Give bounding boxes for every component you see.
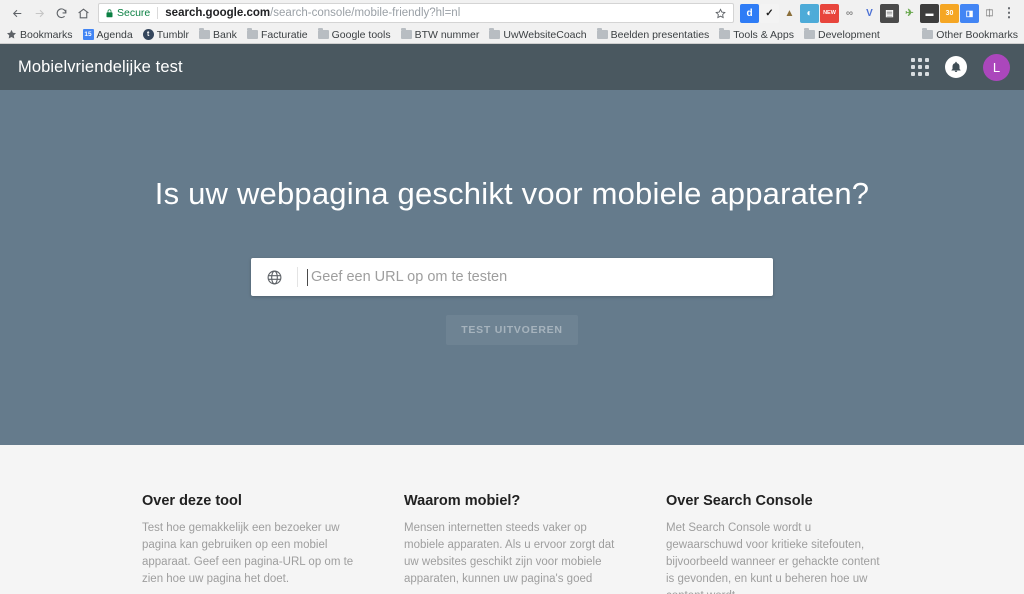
extension-icon-translate[interactable]: ◨ bbox=[960, 3, 979, 23]
extension-icon-plane[interactable]: ✈ bbox=[900, 3, 919, 23]
bookmark-item-tumblr[interactable]: t Tumblr bbox=[142, 28, 189, 41]
avatar[interactable]: L bbox=[983, 53, 1010, 81]
extension-icon-3[interactable]: ▲ bbox=[780, 3, 799, 23]
text-cursor bbox=[307, 268, 308, 286]
extension-icon-v[interactable]: V bbox=[860, 3, 879, 23]
folder-icon bbox=[246, 28, 258, 40]
folder-icon bbox=[489, 28, 501, 40]
info-heading: Over deze tool bbox=[142, 493, 242, 509]
hero-heading: Is uw webpagina geschikt voor mobiele ap… bbox=[154, 176, 870, 211]
bookmark-item-other-bookmarks[interactable]: Other Bookmarks bbox=[922, 28, 1018, 41]
bookmark-label: Google tools bbox=[331, 28, 391, 41]
url-input-wrapper[interactable]: Geef een URL op om te testen bbox=[251, 258, 773, 296]
home-button[interactable] bbox=[72, 2, 94, 24]
globe-icon bbox=[251, 269, 297, 286]
extension-icon-2[interactable]: ✓ bbox=[760, 3, 779, 23]
folder-icon bbox=[596, 28, 608, 40]
folder-icon bbox=[719, 28, 731, 40]
bookmark-label: Tumblr bbox=[156, 28, 189, 41]
info-columns: Over deze tool Test hoe gemakkelijk een … bbox=[142, 445, 882, 594]
bookmark-item-beelden-presentaties[interactable]: Beelden presentaties bbox=[596, 28, 710, 41]
back-button[interactable] bbox=[6, 2, 28, 24]
three-dot-menu-icon[interactable]: ⋮ bbox=[1000, 4, 1018, 23]
reload-button[interactable] bbox=[50, 2, 72, 24]
bookmark-label: BTW nummer bbox=[414, 28, 480, 41]
info-body: Mensen internetten steeds vaker op mobie… bbox=[404, 522, 615, 585]
info-heading: Waarom mobiel? bbox=[404, 493, 521, 509]
omnibox-divider bbox=[157, 7, 159, 19]
lock-icon bbox=[105, 8, 114, 19]
bookmark-label: Other Bookmarks bbox=[936, 28, 1018, 41]
info-section: Over deze tool Test hoe gemakkelijk een … bbox=[0, 445, 1024, 594]
bookmark-item-uwwebsitecoach[interactable]: UwWebsiteCoach bbox=[489, 28, 587, 41]
extension-icon-1[interactable]: d bbox=[740, 3, 759, 23]
folder-icon bbox=[400, 28, 412, 40]
bookmark-label: UwWebsiteCoach bbox=[503, 28, 587, 41]
extension-toolbar: d ✓ ▲ ◐ NEW ∞ V ▤ ✈ ▬ 30 ◨ ⎅ ⋮ bbox=[740, 3, 1018, 23]
bell-icon[interactable] bbox=[945, 56, 967, 78]
extension-icon-mask[interactable]: ▬ bbox=[920, 3, 939, 23]
url-path: /search-console/mobile-friendly?hl=nl bbox=[270, 7, 461, 19]
input-divider bbox=[297, 267, 298, 287]
info-column-waarom-mobiel: Waarom mobiel? Mensen internetten steeds… bbox=[404, 493, 620, 594]
address-bar[interactable]: Secure search.google.com/search-console/… bbox=[98, 3, 734, 23]
run-test-button[interactable]: TEST UITVOEREN bbox=[446, 315, 578, 345]
bookmark-item-bookmarks[interactable]: Bookmarks bbox=[6, 29, 73, 41]
bookmark-label: Facturatie bbox=[260, 28, 308, 41]
extension-icon-film[interactable]: ▤ bbox=[880, 3, 899, 23]
extension-icon-sun[interactable]: 30 bbox=[940, 3, 959, 23]
bookmark-item-bank[interactable]: Bank bbox=[199, 28, 237, 41]
extension-icon-link[interactable]: ∞ bbox=[840, 3, 859, 23]
search-input[interactable]: Geef een URL op om te testen bbox=[311, 269, 507, 285]
apps-grid-icon[interactable] bbox=[911, 58, 929, 76]
star-icon bbox=[6, 29, 17, 40]
bookmark-label: Bank bbox=[213, 28, 237, 41]
url-text: search.google.com/search-console/mobile-… bbox=[165, 7, 711, 19]
hero-section: Is uw webpagina geschikt voor mobiele ap… bbox=[0, 90, 1024, 445]
security-label: Secure bbox=[117, 7, 151, 19]
star-outline-icon[interactable] bbox=[711, 7, 729, 19]
info-column-over-search-console: Over Search Console Met Search Console w… bbox=[666, 493, 882, 594]
browser-toolbar: Secure search.google.com/search-console/… bbox=[0, 0, 1024, 26]
calendar-icon: 15 bbox=[82, 29, 94, 40]
info-column-over-deze-tool: Over deze tool Test hoe gemakkelijk een … bbox=[142, 493, 358, 594]
bookmark-item-google-tools[interactable]: Google tools bbox=[317, 28, 391, 41]
bookmark-item-tools-apps[interactable]: Tools & Apps bbox=[719, 28, 794, 41]
folder-icon bbox=[199, 28, 210, 40]
browser-chrome: Secure search.google.com/search-console/… bbox=[0, 0, 1024, 44]
app-header: Mobielvriendelijke test L bbox=[0, 44, 1024, 90]
bookmark-label: Bookmarks bbox=[20, 28, 73, 41]
folder-icon bbox=[803, 28, 815, 40]
url-domain: search.google.com bbox=[165, 7, 271, 19]
bookmarks-bar: Bookmarks 15 Agenda t Tumblr Bank Factur… bbox=[0, 26, 1024, 44]
extension-icon-4[interactable]: ◐ bbox=[800, 3, 819, 23]
bookmark-label: Agenda bbox=[96, 28, 133, 41]
bookmark-item-development[interactable]: Development bbox=[803, 28, 880, 41]
page-title: Mobielvriendelijke test bbox=[18, 57, 183, 76]
bookmark-item-agenda[interactable]: 15 Agenda bbox=[82, 28, 133, 41]
bookmark-item-facturatie[interactable]: Facturatie bbox=[246, 28, 308, 41]
folder-icon bbox=[922, 28, 934, 40]
info-body: Test hoe gemakkelijk een bezoeker uw pag… bbox=[142, 522, 354, 585]
header-actions: L bbox=[911, 53, 1010, 81]
tumblr-icon: t bbox=[142, 29, 154, 40]
forward-button[interactable] bbox=[28, 2, 50, 24]
info-heading: Over Search Console bbox=[666, 493, 813, 509]
info-body: Met Search Console wordt u gewaarschuwd … bbox=[666, 522, 880, 594]
bookmark-label: Tools & Apps bbox=[733, 28, 794, 41]
folder-icon bbox=[317, 28, 329, 40]
extension-icon-new-badge[interactable]: NEW bbox=[820, 3, 839, 23]
bookmark-item-btw-nummer[interactable]: BTW nummer bbox=[400, 28, 480, 41]
bookmark-label: Beelden presentaties bbox=[610, 28, 710, 41]
extension-icon-box[interactable]: ⎅ bbox=[980, 3, 999, 23]
bookmark-label: Development bbox=[817, 28, 880, 41]
